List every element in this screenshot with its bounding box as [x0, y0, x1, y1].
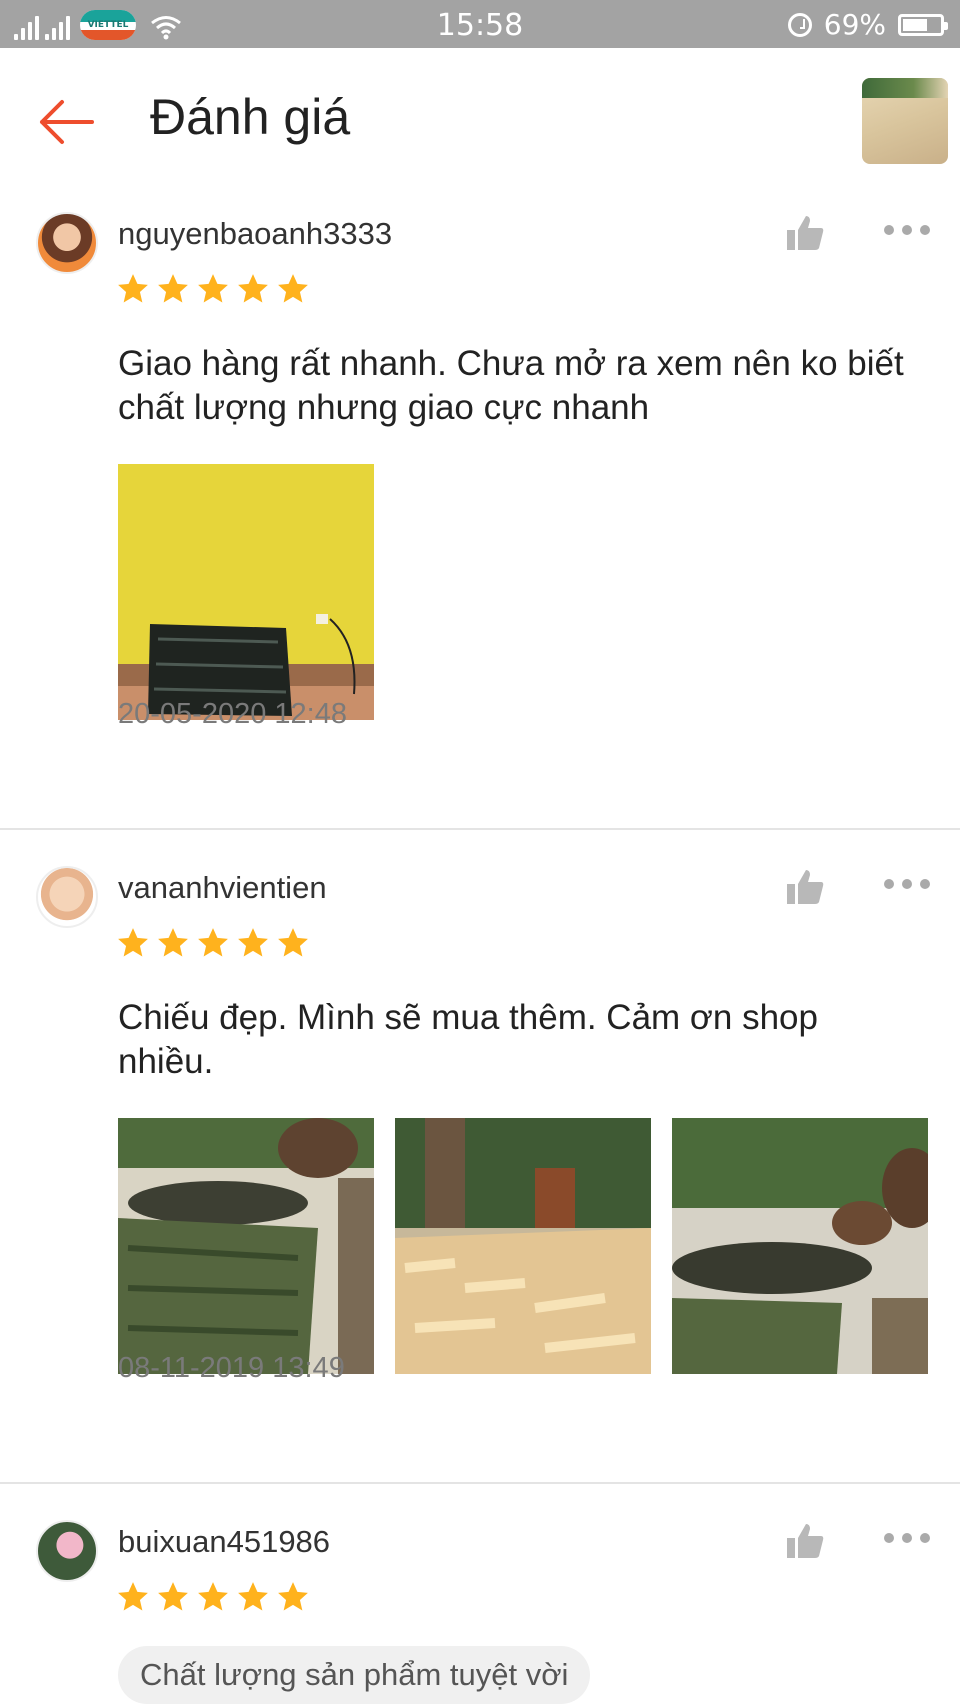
review-photo[interactable]	[118, 464, 374, 720]
thumbs-up-icon[interactable]	[784, 1520, 826, 1562]
page-title: Đánh giá	[150, 89, 351, 145]
star-icon	[238, 1582, 268, 1611]
thumbs-up-icon[interactable]	[784, 866, 826, 908]
star-rating	[116, 272, 310, 306]
status-bar: VIETTEL 15:58 69%	[0, 0, 960, 48]
review-tag[interactable]: Chất lượng sản phẩm tuyệt vời	[118, 1646, 591, 1704]
app-header: Đánh giá	[0, 48, 960, 198]
more-options-icon[interactable]	[884, 222, 930, 238]
review-text: Giao hàng rất nhanh. Chưa mở ra xem nên …	[118, 344, 904, 427]
divider	[0, 1482, 960, 1484]
more-options-icon[interactable]	[884, 876, 930, 892]
thumbs-up-icon[interactable]	[784, 212, 826, 254]
star-rating	[116, 1580, 310, 1614]
star-icon	[118, 274, 148, 303]
review-username: vananhvientien	[118, 870, 327, 905]
star-icon	[238, 928, 268, 957]
review-username: nguyenbaoanh3333	[118, 216, 393, 251]
star-icon	[198, 1582, 228, 1611]
more-options-icon[interactable]	[884, 1530, 930, 1546]
review-photo[interactable]	[118, 1118, 374, 1374]
star-icon	[278, 1582, 308, 1611]
review-username: buixuan451986	[118, 1524, 331, 1559]
star-icon	[198, 274, 228, 303]
avatar[interactable]	[36, 866, 98, 928]
alarm-icon	[787, 12, 812, 37]
star-icon	[158, 928, 188, 957]
star-icon	[278, 274, 308, 303]
review-photo[interactable]	[395, 1118, 651, 1374]
battery-percent: 69%	[823, 8, 886, 41]
star-icon	[238, 274, 268, 303]
star-icon	[118, 1582, 148, 1611]
star-rating	[116, 926, 310, 960]
star-icon	[198, 928, 228, 957]
avatar[interactable]	[36, 212, 98, 274]
review-date: 08-11-2019 13:49	[118, 1352, 345, 1384]
star-icon	[278, 928, 308, 957]
star-icon	[118, 928, 148, 957]
star-icon	[158, 1582, 188, 1611]
battery-icon	[898, 13, 948, 36]
review-text: Chiếu đẹp. Mình sẽ mua thêm. Cảm ơn shop…	[118, 998, 818, 1081]
status-right: 69%	[787, 8, 948, 41]
review-date: 20-05-2020 12:48	[118, 698, 347, 730]
avatar[interactable]	[36, 1520, 98, 1582]
star-icon	[158, 274, 188, 303]
review-photo[interactable]	[672, 1118, 928, 1374]
product-thumbnail[interactable]	[862, 78, 948, 164]
back-arrow-icon[interactable]	[34, 90, 98, 154]
divider	[0, 828, 960, 830]
